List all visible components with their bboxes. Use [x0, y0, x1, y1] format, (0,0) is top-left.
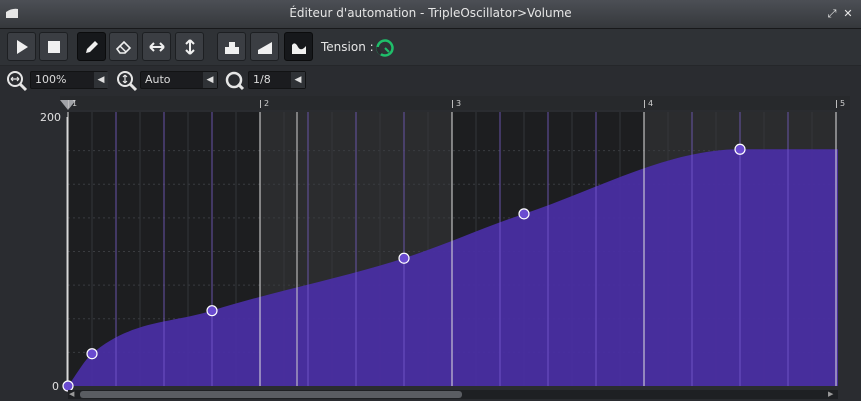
automation-pattern-canvas[interactable]	[0, 0, 861, 401]
horizontal-scrollbar-thumb[interactable]	[80, 391, 462, 398]
scroll-right-arrow-icon[interactable]: ▶	[828, 390, 833, 398]
automation-point[interactable]	[518, 208, 530, 220]
automation-point[interactable]	[86, 348, 98, 360]
automation-point[interactable]	[398, 252, 410, 264]
automation-editor-window: Éditeur d'automation - TripleOscillator>…	[0, 0, 861, 401]
automation-point[interactable]	[734, 143, 746, 155]
vertical-scrollbar[interactable]	[853, 110, 861, 388]
scroll-left-arrow-icon[interactable]: ◀	[69, 390, 74, 398]
automation-point[interactable]	[206, 305, 218, 317]
